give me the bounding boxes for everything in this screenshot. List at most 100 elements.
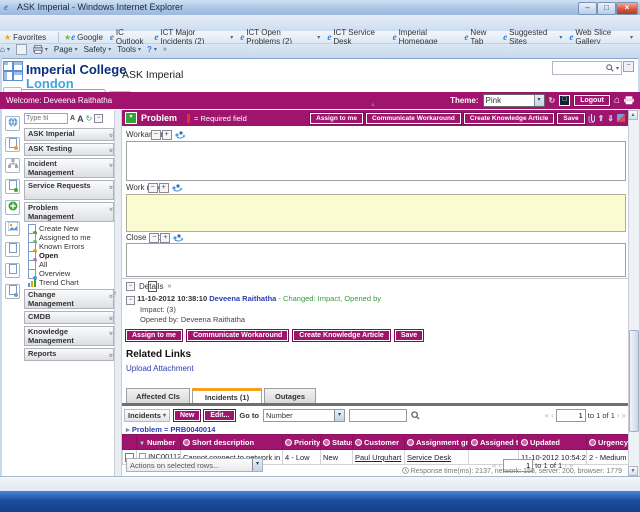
print-button[interactable]: ▾ <box>33 45 48 54</box>
tools-menu[interactable]: Tools▾ <box>117 45 141 54</box>
nav-section-service-requests[interactable]: Service Requests» <box>24 180 114 200</box>
page-menu[interactable]: Page▾ <box>54 45 78 54</box>
doc-lock-icon[interactable] <box>5 284 20 299</box>
col-priority[interactable]: Priority <box>283 435 321 450</box>
overflow-chevron-icon[interactable]: » <box>163 46 167 53</box>
nav-filter-input[interactable] <box>24 113 68 124</box>
collapse-nav-handle[interactable]: ‹ <box>114 290 116 297</box>
assignment-group-link[interactable]: Service Desk <box>407 453 451 462</box>
edit-button[interactable]: Edit... <box>204 410 235 421</box>
collapse-field-icon[interactable]: − <box>148 183 158 193</box>
prev-page-icon[interactable]: ‹ <box>551 411 554 420</box>
upload-attachment-link[interactable]: Upload Attachment <box>126 364 194 373</box>
nav-item-all[interactable]: All <box>28 260 114 269</box>
collapse-field-icon[interactable]: − <box>149 233 159 243</box>
create-knowledge-article-button[interactable]: Create Knowledge Article <box>293 330 390 341</box>
scroll-up-button[interactable]: ▲ <box>628 110 638 120</box>
add-icon[interactable] <box>5 200 20 215</box>
tab-outages[interactable]: Outages <box>264 388 316 403</box>
global-search-box[interactable]: ▾ <box>552 61 622 75</box>
first-page-icon[interactable]: « <box>545 411 549 420</box>
nav-item-known-errors[interactable]: Known Errors <box>28 242 114 251</box>
scrollbar-thumb[interactable] <box>629 330 639 432</box>
nav-section-ask-testing[interactable]: ASK Testing» <box>24 143 114 156</box>
collapse-details-icon[interactable]: − <box>126 282 135 291</box>
assign-to-me-button[interactable]: Assign to me <box>126 330 182 341</box>
activity-stream-icon[interactable] <box>617 114 625 122</box>
favorites-button[interactable]: ★ Favorites <box>4 33 46 42</box>
column-options-icon[interactable] <box>323 439 330 446</box>
col-status[interactable]: Status <box>321 435 353 450</box>
refresh-nav-icon[interactable]: ↻ <box>86 114 93 123</box>
collapse-field-icon[interactable]: − <box>151 130 161 140</box>
nav-section-reports[interactable]: Reports» <box>24 348 114 361</box>
workaround-textarea[interactable] <box>126 141 626 181</box>
export-doc-icon[interactable] <box>5 179 20 194</box>
create-knowledge-article-button[interactable]: Create Knowledge Article <box>464 113 555 124</box>
column-options-icon[interactable] <box>589 439 596 446</box>
breadcrumb[interactable]: ▸ Problem = PRB0040014 <box>126 425 215 434</box>
work-notes-textarea[interactable] <box>126 194 626 232</box>
goto-search-input[interactable] <box>349 409 407 422</box>
maximize-button[interactable]: □ <box>597 2 616 15</box>
column-options-icon[interactable] <box>521 439 528 446</box>
nav-item-assigned-to-me[interactable]: Assigned to me <box>28 233 114 242</box>
nav-section-cmdb[interactable]: CMDB» <box>24 311 114 324</box>
customer-link[interactable]: Paul Urquhart <box>355 453 401 462</box>
col-assignment-group[interactable]: Assignment group <box>405 435 469 450</box>
home-icon[interactable]: ⌂ <box>614 95 620 106</box>
nav-item-open[interactable]: Open <box>28 251 114 260</box>
assign-to-me-button[interactable]: Assign to me <box>310 113 363 124</box>
font-larger-icon[interactable]: A <box>77 114 84 124</box>
nav-section-incident-management[interactable]: Incident Management» <box>24 158 114 178</box>
expand-field-icon[interactable]: + <box>162 130 172 140</box>
chevron-down-icon[interactable]: ▾ <box>616 65 619 72</box>
page-number-input[interactable] <box>556 409 586 422</box>
search-icon[interactable] <box>606 64 614 72</box>
actions-select[interactable]: Actions on selected rows... ▾ <box>126 458 263 472</box>
col-updated[interactable]: Updated <box>519 435 587 450</box>
save-button[interactable]: Save <box>557 113 584 124</box>
details-more-icon[interactable]: » <box>167 283 171 290</box>
nav-item-overview[interactable]: Overview <box>28 269 114 278</box>
minimize-button[interactable]: – <box>578 2 597 15</box>
details-section-header[interactable]: − Details » <box>126 281 171 292</box>
add-favorite-icon[interactable]: ★ <box>64 33 71 42</box>
nav-item-trend-chart[interactable]: Trend Chart <box>28 278 114 287</box>
communicate-workaround-button[interactable]: Communicate Workaround <box>187 330 288 341</box>
nav-section-problem-management[interactable]: Problem Management» <box>24 202 114 222</box>
pop-out-icon[interactable] <box>148 281 157 292</box>
scroll-down-button[interactable]: ▼ <box>628 466 638 476</box>
col-customer[interactable]: Customer <box>353 435 405 450</box>
globe-icon[interactable] <box>5 116 20 131</box>
safety-menu[interactable]: Safety▾ <box>84 45 112 54</box>
col-assigned-to[interactable]: Assigned to <box>469 435 519 450</box>
column-options-icon[interactable] <box>183 439 190 446</box>
toggle-panel-icon[interactable]: □ <box>559 95 570 106</box>
collapse-entry-icon[interactable]: − <box>126 296 135 305</box>
scroll-down-icon[interactable]: ⇓ <box>607 114 614 123</box>
activity-user-link[interactable]: Deveena Raithatha <box>209 294 276 303</box>
feeds-button[interactable] <box>16 44 27 55</box>
doc-icon[interactable] <box>5 263 20 278</box>
expand-field-icon[interactable]: + <box>159 183 169 193</box>
attachment-icon[interactable] <box>588 113 595 123</box>
column-options-icon[interactable] <box>407 439 414 446</box>
nav-section-change-management[interactable]: Change Management» <box>24 289 114 309</box>
record-menu-icon[interactable]: ▾ <box>125 112 137 124</box>
tab-incidents[interactable]: Incidents (1) <box>192 388 262 403</box>
image-icon[interactable] <box>5 221 20 236</box>
col-short-description[interactable]: Short description <box>181 435 283 450</box>
breadcrumb-filter[interactable]: Problem = PRB0040014 <box>132 425 216 434</box>
nav-item-create-new[interactable]: Create New <box>28 224 114 233</box>
print-icon[interactable] <box>624 96 634 105</box>
refresh-theme-icon[interactable]: ↻ <box>549 96 556 105</box>
nav-section-knowledge-management[interactable]: Knowledge Management» <box>24 326 114 346</box>
close-button[interactable]: × <box>616 2 638 15</box>
nav-section-ask-imperial[interactable]: ASK Imperial» <box>24 128 114 141</box>
new-button[interactable]: New <box>174 410 200 421</box>
layout-toggle-grid[interactable] <box>3 61 24 81</box>
sitemap-icon[interactable] <box>5 158 20 173</box>
goto-field-select[interactable]: Number▾ <box>263 409 345 422</box>
help-button[interactable]: ?▾ <box>147 45 157 54</box>
